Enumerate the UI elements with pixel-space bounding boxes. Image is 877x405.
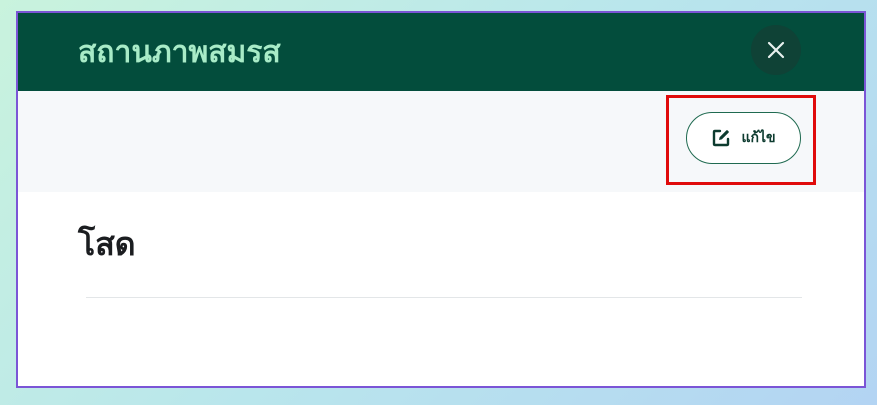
marital-status-value: โสด xyxy=(78,225,136,263)
close-icon xyxy=(767,41,785,59)
modal-content: โสด xyxy=(18,192,864,386)
edit-button[interactable]: แก้ไข xyxy=(686,112,801,164)
modal-header: สถานภาพสมรส xyxy=(18,13,864,91)
modal-toolbar: แก้ไข xyxy=(18,91,864,192)
modal-title: สถานภาพสมรส xyxy=(78,35,281,70)
edit-icon xyxy=(711,128,731,148)
divider xyxy=(86,297,802,298)
edit-button-label: แก้ไข xyxy=(741,130,776,146)
close-button[interactable] xyxy=(751,25,801,75)
marital-status-modal: สถานภาพสมรส แก้ไข โสด xyxy=(16,11,866,388)
